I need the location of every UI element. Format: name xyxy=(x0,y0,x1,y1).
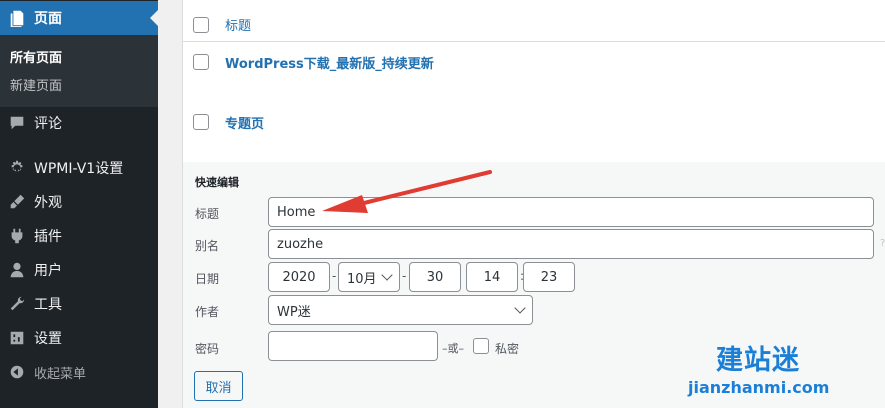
menu-label-comments: 评论 xyxy=(34,116,62,132)
table-header-row: 标题 xyxy=(183,8,885,42)
private-label: 私密 xyxy=(495,342,520,356)
menu-item-users[interactable]: 用户 xyxy=(0,253,158,287)
date-separator: - xyxy=(402,269,407,283)
private-checkbox[interactable] xyxy=(473,338,489,354)
author-label: 作者 xyxy=(195,305,220,319)
date-label: 日期 xyxy=(195,272,220,286)
menu-label-tools: 工具 xyxy=(34,297,62,313)
brush-icon xyxy=(0,193,34,211)
date-separator: - xyxy=(332,269,337,283)
collapse-icon xyxy=(0,363,34,381)
title-label: 标题 xyxy=(195,207,220,221)
month-value: 10月 xyxy=(347,271,377,287)
menu-label-users: 用户 xyxy=(34,263,62,279)
gear-icon xyxy=(0,159,34,177)
row-checkbox[interactable] xyxy=(193,114,209,130)
collapse-menu-button[interactable]: 收起菜单 xyxy=(0,355,158,389)
plug-icon xyxy=(0,227,34,245)
slug-input[interactable]: zuozhe xyxy=(268,229,874,259)
submenu-all-pages[interactable]: 所有页面 xyxy=(10,47,62,66)
quick-edit-heading: 快速编辑 xyxy=(195,176,239,189)
menu-label-settings: 设置 xyxy=(34,331,62,347)
row-checkbox[interactable] xyxy=(193,54,209,70)
column-header-title[interactable]: 标题 xyxy=(225,15,251,34)
menu-label-appearance: 外观 xyxy=(34,195,62,211)
day-input[interactable]: 30 xyxy=(409,262,461,292)
title-input[interactable]: Home xyxy=(268,197,874,227)
year-input[interactable]: 2020 xyxy=(268,262,330,292)
hour-input[interactable]: 14 xyxy=(466,262,518,292)
month-select[interactable]: 10月 xyxy=(338,262,400,292)
settings-icon xyxy=(0,329,34,347)
menu-label-plugins: 插件 xyxy=(34,229,62,245)
minute-input[interactable]: 23 xyxy=(523,262,575,292)
watermark-url: jianzhanmi.com xyxy=(688,378,830,397)
submenu-new-page[interactable]: 新建页面 xyxy=(10,75,62,94)
cancel-button[interactable]: 取消 xyxy=(194,371,243,401)
menu-item-wpmi-settings[interactable]: WPMI-V1设置 xyxy=(0,151,158,185)
field-help-mark: ? xyxy=(880,238,885,249)
page-title-link[interactable]: 专题页 xyxy=(225,113,264,132)
menu-item-pages[interactable]: 页面 xyxy=(0,1,158,35)
select-all-checkbox[interactable] xyxy=(193,16,209,33)
pages-list-table: 标题 WordPress下载_最新版_持续更新 专题页 xyxy=(182,0,885,162)
pages-submenu: 所有页面 新建页面 xyxy=(0,35,158,107)
author-select[interactable]: WP迷 xyxy=(268,295,533,325)
menu-label-wpmi-settings: WPMI-V1设置 xyxy=(34,161,124,177)
comment-icon xyxy=(0,114,34,132)
author-value: WP迷 xyxy=(277,304,311,320)
user-icon xyxy=(0,261,34,279)
password-label: 密码 xyxy=(195,342,220,356)
pages-icon xyxy=(0,9,34,27)
table-row: WordPress下载_最新版_持续更新 xyxy=(183,52,885,72)
slug-label: 别名 xyxy=(195,239,220,253)
password-input[interactable] xyxy=(268,331,438,361)
chevron-down-icon xyxy=(381,269,393,281)
menu-item-plugins[interactable]: 插件 xyxy=(0,219,158,253)
table-row: 专题页 xyxy=(183,112,885,132)
menu-item-tools[interactable]: 工具 xyxy=(0,287,158,321)
watermark-logo-cn: 建站迷 xyxy=(716,345,800,376)
or-text: –或– xyxy=(442,342,464,355)
chevron-down-icon xyxy=(514,302,526,314)
wrench-icon xyxy=(0,295,34,313)
page-title-link[interactable]: WordPress下载_最新版_持续更新 xyxy=(225,53,434,72)
menu-label-pages: 页面 xyxy=(34,11,62,27)
collapse-menu-label: 收起菜单 xyxy=(34,366,87,382)
menu-item-settings[interactable]: 设置 xyxy=(0,321,158,355)
menu-item-comments[interactable]: 评论 xyxy=(0,106,158,140)
admin-sidebar: 页面 所有页面 新建页面 评论 WPMI-V1设置 外观 插件 用户 工具 设置… xyxy=(0,0,158,408)
menu-item-appearance[interactable]: 外观 xyxy=(0,185,158,219)
